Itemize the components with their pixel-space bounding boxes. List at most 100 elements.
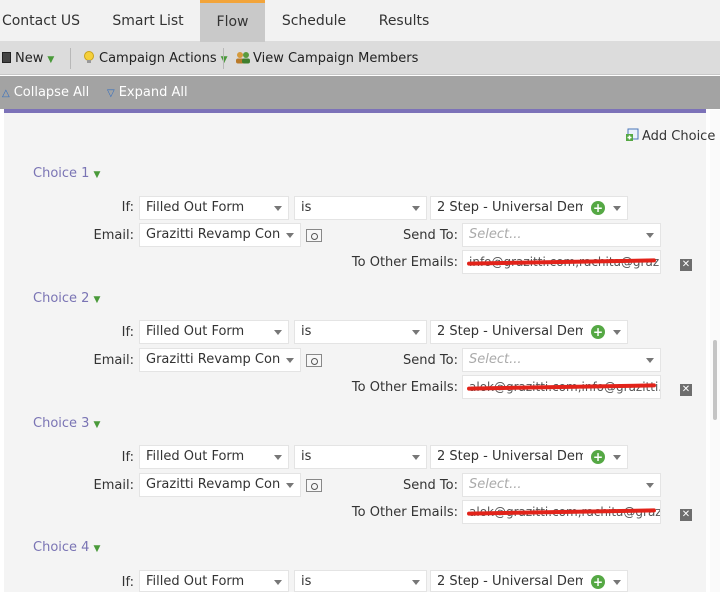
operator-select[interactable]: is — [294, 570, 427, 592]
collapse-all-button[interactable]: △ Collapse All — [2, 76, 89, 109]
dropdown-arrow-icon — [646, 483, 654, 488]
operator-select[interactable]: is — [294, 320, 427, 344]
add-choice-button[interactable]: Add Choice — [625, 128, 715, 144]
new-label: New — [15, 51, 44, 66]
add-green-icon[interactable]: + — [591, 325, 605, 339]
add-green-icon[interactable]: + — [591, 450, 605, 464]
dropdown-arrow-icon — [412, 206, 420, 211]
dropdown-arrow-icon — [274, 580, 282, 585]
email-label: Email: — [93, 478, 134, 493]
form-value-select[interactable]: 2 Step - Universal Demand + — [430, 570, 628, 592]
choice-title: Choice 3 — [33, 416, 90, 431]
form-value-select[interactable]: 2 Step - Universal Demand + — [430, 320, 628, 344]
form-value: 2 Step - Universal Demand — [437, 324, 583, 339]
to-other-emails-label: To Other Emails: — [351, 505, 458, 520]
people-icon — [236, 52, 250, 64]
form-value: 2 Step - Universal Demand — [437, 574, 583, 589]
choice-1-header[interactable]: Choice 1 ▼ — [33, 166, 100, 182]
other-emails-input[interactable]: info@grazitti.com,rachita@grazitti.com — [462, 250, 661, 274]
new-menu-button[interactable]: New ▼ — [2, 42, 54, 75]
toolbar-divider — [223, 48, 224, 69]
email-value: Grazitti Revamp Contact — [146, 352, 280, 367]
send-to-placeholder: Select... — [469, 352, 522, 367]
dropdown-arrow-icon — [274, 330, 282, 335]
email-select[interactable]: Grazitti Revamp Contact — [139, 223, 301, 247]
triangle-down-icon: ▽ — [107, 88, 115, 99]
if-field-select[interactable]: Filled Out Form — [139, 570, 289, 592]
caret-down-icon: ▼ — [47, 55, 55, 65]
operator-select[interactable]: is — [294, 445, 427, 469]
collapse-all-label: Collapse All — [13, 85, 90, 100]
choice-title: Choice 4 — [33, 540, 90, 555]
operator-value: is — [301, 200, 312, 215]
if-field-value: Filled Out Form — [146, 324, 245, 339]
tab-schedule[interactable]: Schedule — [272, 0, 356, 42]
toolbar-divider — [70, 48, 71, 69]
lightbulb-icon — [84, 51, 94, 63]
choice-2-header[interactable]: Choice 2 ▼ — [33, 291, 100, 307]
delete-choice-icon[interactable]: ✕ — [680, 259, 692, 271]
dropdown-arrow-icon — [613, 580, 621, 585]
dropdown-arrow-icon — [286, 233, 294, 238]
expand-all-button[interactable]: ▽ Expand All — [107, 76, 188, 109]
delete-choice-icon[interactable]: ✕ — [680, 384, 692, 396]
form-value: 2 Step - Universal Demand — [437, 200, 583, 215]
send-to-label: Send To: — [403, 353, 458, 368]
scrollbar-thumb[interactable] — [713, 340, 717, 420]
dropdown-arrow-icon — [646, 233, 654, 238]
email-preview-icon[interactable] — [306, 354, 322, 367]
tab-flow[interactable]: Flow — [200, 0, 265, 42]
send-to-select[interactable]: Select... — [462, 223, 661, 247]
form-value-select[interactable]: 2 Step - Universal Demand + — [430, 445, 628, 469]
operator-select[interactable]: is — [294, 196, 427, 220]
dropdown-arrow-icon — [412, 330, 420, 335]
view-campaign-members-button[interactable]: View Campaign Members — [235, 42, 418, 75]
if-field-select[interactable]: Filled Out Form — [139, 320, 289, 344]
if-label: If: — [121, 325, 134, 340]
dropdown-arrow-icon — [412, 455, 420, 460]
email-value: Grazitti Revamp Contact — [146, 227, 280, 242]
add-choice-label: Add Choice — [642, 129, 716, 144]
send-to-placeholder: Select... — [469, 227, 522, 242]
email-select[interactable]: Grazitti Revamp Contact — [139, 348, 301, 372]
tab-results[interactable]: Results — [368, 0, 440, 42]
send-to-label: Send To: — [403, 228, 458, 243]
form-value-select[interactable]: 2 Step - Universal Demand + — [430, 196, 628, 220]
tab-contact-us[interactable]: Contact US — [0, 0, 82, 42]
choice-4-header[interactable]: Choice 4 ▼ — [33, 540, 100, 556]
dropdown-arrow-icon — [274, 455, 282, 460]
if-field-select[interactable]: Filled Out Form — [139, 445, 289, 469]
dropdown-arrow-icon — [412, 580, 420, 585]
new-document-icon — [2, 52, 11, 63]
dropdown-arrow-icon — [613, 455, 621, 460]
dropdown-arrow-icon — [286, 483, 294, 488]
delete-choice-icon[interactable]: ✕ — [680, 509, 692, 521]
email-preview-icon[interactable] — [306, 229, 322, 242]
if-field-select[interactable]: Filled Out Form — [139, 196, 289, 220]
send-to-select[interactable]: Select... — [462, 473, 661, 497]
caret-down-icon: ▼ — [93, 420, 101, 430]
add-green-icon[interactable]: + — [591, 201, 605, 215]
email-label: Email: — [93, 228, 134, 243]
campaign-actions-menu-button[interactable]: Campaign Actions ▼ — [83, 42, 228, 75]
choice-title: Choice 1 — [33, 166, 90, 181]
send-to-label: Send To: — [403, 478, 458, 493]
add-choice-icon — [626, 128, 639, 141]
other-emails-input[interactable]: alok@grazitti.com,rachita@grazitti.com — [462, 500, 661, 524]
campaign-actions-label: Campaign Actions — [99, 51, 217, 66]
email-preview-icon[interactable] — [306, 479, 322, 492]
operator-value: is — [301, 449, 312, 464]
toolbar: New ▼ Campaign Actions ▼ View Campaign Mem… — [0, 42, 720, 75]
email-select[interactable]: Grazitti Revamp Contact — [139, 473, 301, 497]
if-label: If: — [121, 200, 134, 215]
add-green-icon[interactable]: + — [591, 575, 605, 589]
other-emails-input[interactable]: alok@grazitti.com,info@grazitti.com — [462, 375, 661, 399]
if-field-value: Filled Out Form — [146, 449, 245, 464]
to-other-emails-label: To Other Emails: — [351, 255, 458, 270]
dropdown-arrow-icon — [274, 206, 282, 211]
choice-3-header[interactable]: Choice 3 ▼ — [33, 416, 100, 432]
expand-all-label: Expand All — [118, 85, 188, 100]
tab-smart-list[interactable]: Smart List — [96, 0, 200, 42]
send-to-select[interactable]: Select... — [462, 348, 661, 372]
view-campaign-members-label: View Campaign Members — [253, 51, 419, 66]
